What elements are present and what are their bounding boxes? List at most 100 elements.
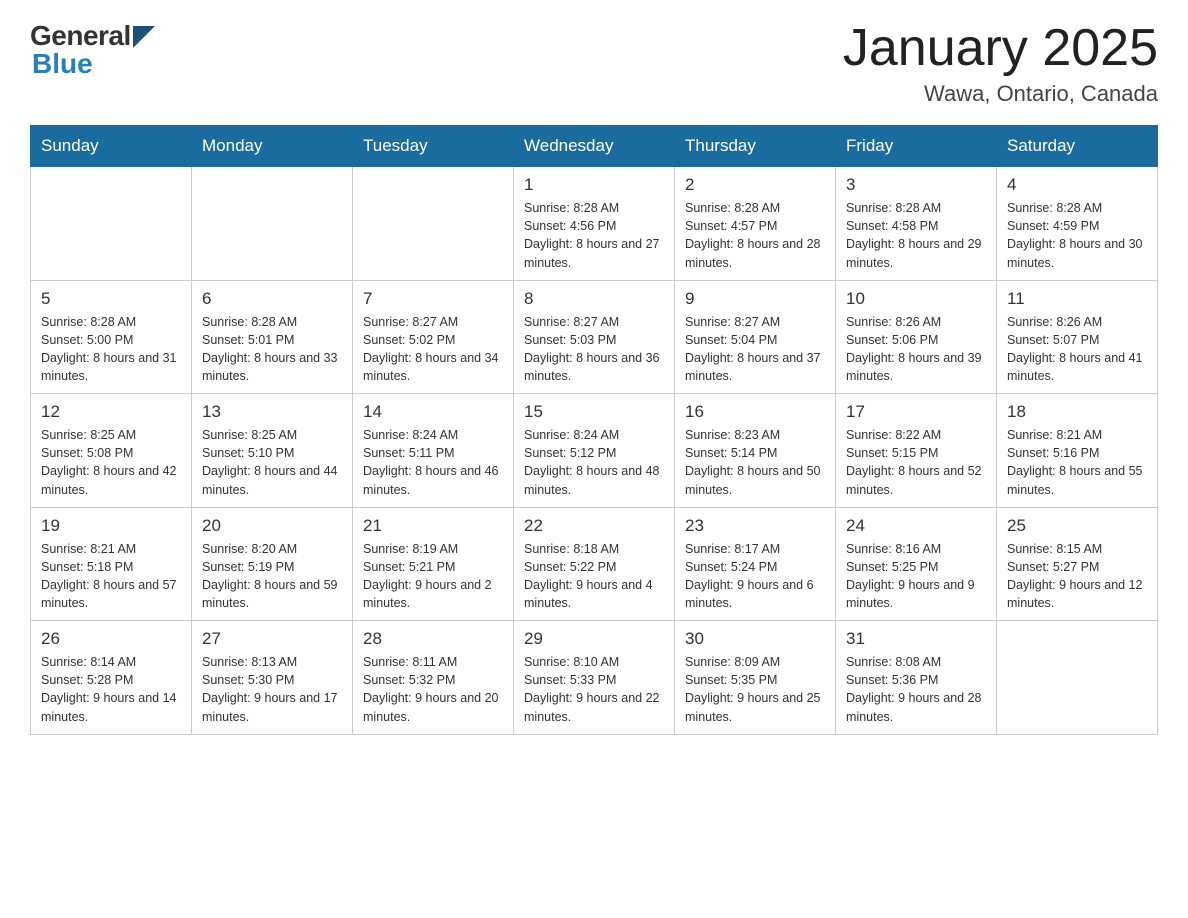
day-number: 30: [685, 629, 825, 649]
day-number: 21: [363, 516, 503, 536]
calendar-cell: 17 Sunrise: 8:22 AM Sunset: 5:15 PM Dayli…: [836, 394, 997, 508]
day-info: Sunrise: 8:19 AM Sunset: 5:21 PM Dayligh…: [363, 540, 503, 613]
day-info: Sunrise: 8:20 AM Sunset: 5:19 PM Dayligh…: [202, 540, 342, 613]
day-number: 25: [1007, 516, 1147, 536]
calendar-cell: 27 Sunrise: 8:13 AM Sunset: 5:30 PM Dayli…: [192, 621, 353, 735]
day-number: 1: [524, 175, 664, 195]
day-number: 22: [524, 516, 664, 536]
day-info: Sunrise: 8:24 AM Sunset: 5:12 PM Dayligh…: [524, 426, 664, 499]
calendar-cell: 20Sunrise: 8:20 AM Sunset: 5:19 PM Dayli…: [192, 507, 353, 621]
day-info: Sunrise: 8:18 AM Sunset: 5:22 PM Dayligh…: [524, 540, 664, 613]
calendar-cell: [997, 621, 1158, 735]
location-title: Wawa, Ontario, Canada: [843, 81, 1158, 107]
page-header: General Blue January 2025 Wawa, Ontario,…: [30, 20, 1158, 107]
calendar-cell: [353, 167, 514, 281]
weekday-header-tuesday: Tuesday: [353, 126, 514, 167]
day-number: 23: [685, 516, 825, 536]
calendar-week-row: 12 Sunrise: 8:25 AM Sunset: 5:08 PM Dayli…: [31, 394, 1158, 508]
day-info: Sunrise: 8:28 AM Sunset: 5:00 PM Dayligh…: [41, 313, 181, 386]
day-info: Sunrise: 8:26 AM Sunset: 5:07 PM Dayligh…: [1007, 313, 1147, 386]
day-info: Sunrise: 8:16 AM Sunset: 5:25 PM Dayligh…: [846, 540, 986, 613]
calendar-cell: 30 Sunrise: 8:09 AM Sunset: 5:35 PM Dayli…: [675, 621, 836, 735]
calendar-table: SundayMondayTuesdayWednesdayThursdayFrid…: [30, 125, 1158, 735]
calendar-cell: 3 Sunrise: 8:28 AM Sunset: 4:58 PM Daylig…: [836, 167, 997, 281]
day-number: 19: [41, 516, 181, 536]
calendar-cell: 13 Sunrise: 8:25 AM Sunset: 5:10 PM Dayli…: [192, 394, 353, 508]
day-info: Sunrise: 8:23 AM Sunset: 5:14 PM Dayligh…: [685, 426, 825, 499]
day-info: Sunrise: 8:21 AM Sunset: 5:16 PM Dayligh…: [1007, 426, 1147, 499]
calendar-cell: 24 Sunrise: 8:16 AM Sunset: 5:25 PM Dayli…: [836, 507, 997, 621]
day-number: 10: [846, 289, 986, 309]
calendar-cell: 23 Sunrise: 8:17 AM Sunset: 5:24 PM Dayli…: [675, 507, 836, 621]
day-number: 2: [685, 175, 825, 195]
calendar-week-row: 5 Sunrise: 8:28 AM Sunset: 5:00 PM Daylig…: [31, 280, 1158, 394]
day-info: Sunrise: 8:09 AM Sunset: 5:35 PM Dayligh…: [685, 653, 825, 726]
day-info: Sunrise: 8:08 AM Sunset: 5:36 PM Dayligh…: [846, 653, 986, 726]
day-number: 6: [202, 289, 342, 309]
day-number: 26: [41, 629, 181, 649]
calendar-cell: 4 Sunrise: 8:28 AM Sunset: 4:59 PM Daylig…: [997, 167, 1158, 281]
day-info: Sunrise: 8:28 AM Sunset: 5:01 PM Dayligh…: [202, 313, 342, 386]
calendar-cell: 14 Sunrise: 8:24 AM Sunset: 5:11 PM Dayli…: [353, 394, 514, 508]
weekday-header-saturday: Saturday: [997, 126, 1158, 167]
day-number: 31: [846, 629, 986, 649]
day-number: 3: [846, 175, 986, 195]
day-info: Sunrise: 8:22 AM Sunset: 5:15 PM Dayligh…: [846, 426, 986, 499]
day-info: Sunrise: 8:28 AM Sunset: 4:56 PM Dayligh…: [524, 199, 664, 272]
day-number: 17: [846, 402, 986, 422]
calendar-cell: 19 Sunrise: 8:21 AM Sunset: 5:18 PM Dayli…: [31, 507, 192, 621]
day-number: 28: [363, 629, 503, 649]
day-number: 12: [41, 402, 181, 422]
weekday-header-wednesday: Wednesday: [514, 126, 675, 167]
day-number: 15: [524, 402, 664, 422]
day-info: Sunrise: 8:14 AM Sunset: 5:28 PM Dayligh…: [41, 653, 181, 726]
day-info: Sunrise: 8:21 AM Sunset: 5:18 PM Dayligh…: [41, 540, 181, 613]
day-info: Sunrise: 8:28 AM Sunset: 4:58 PM Dayligh…: [846, 199, 986, 272]
day-info: Sunrise: 8:17 AM Sunset: 5:24 PM Dayligh…: [685, 540, 825, 613]
logo-blue-text: Blue: [32, 48, 93, 80]
calendar-cell: [31, 167, 192, 281]
day-number: 5: [41, 289, 181, 309]
calendar-cell: 29Sunrise: 8:10 AM Sunset: 5:33 PM Dayli…: [514, 621, 675, 735]
day-number: 14: [363, 402, 503, 422]
weekday-header-thursday: Thursday: [675, 126, 836, 167]
day-number: 11: [1007, 289, 1147, 309]
weekday-header-sunday: Sunday: [31, 126, 192, 167]
calendar-week-row: 26 Sunrise: 8:14 AM Sunset: 5:28 PM Dayli…: [31, 621, 1158, 735]
day-number: 27: [202, 629, 342, 649]
day-info: Sunrise: 8:25 AM Sunset: 5:08 PM Dayligh…: [41, 426, 181, 499]
logo: General Blue: [30, 20, 155, 80]
month-title: January 2025: [843, 20, 1158, 77]
calendar-week-row: 1 Sunrise: 8:28 AM Sunset: 4:56 PM Daylig…: [31, 167, 1158, 281]
day-number: 4: [1007, 175, 1147, 195]
day-info: Sunrise: 8:27 AM Sunset: 5:03 PM Dayligh…: [524, 313, 664, 386]
calendar-cell: 6 Sunrise: 8:28 AM Sunset: 5:01 PM Daylig…: [192, 280, 353, 394]
calendar-cell: [192, 167, 353, 281]
day-info: Sunrise: 8:28 AM Sunset: 4:59 PM Dayligh…: [1007, 199, 1147, 272]
day-info: Sunrise: 8:13 AM Sunset: 5:30 PM Dayligh…: [202, 653, 342, 726]
calendar-cell: 25 Sunrise: 8:15 AM Sunset: 5:27 PM Dayli…: [997, 507, 1158, 621]
day-info: Sunrise: 8:27 AM Sunset: 5:02 PM Dayligh…: [363, 313, 503, 386]
calendar-header-row: SundayMondayTuesdayWednesdayThursdayFrid…: [31, 126, 1158, 167]
calendar-cell: 15 Sunrise: 8:24 AM Sunset: 5:12 PM Dayli…: [514, 394, 675, 508]
calendar-cell: 5 Sunrise: 8:28 AM Sunset: 5:00 PM Daylig…: [31, 280, 192, 394]
day-info: Sunrise: 8:26 AM Sunset: 5:06 PM Dayligh…: [846, 313, 986, 386]
day-info: Sunrise: 8:24 AM Sunset: 5:11 PM Dayligh…: [363, 426, 503, 499]
day-info: Sunrise: 8:28 AM Sunset: 4:57 PM Dayligh…: [685, 199, 825, 272]
day-info: Sunrise: 8:27 AM Sunset: 5:04 PM Dayligh…: [685, 313, 825, 386]
day-info: Sunrise: 8:15 AM Sunset: 5:27 PM Dayligh…: [1007, 540, 1147, 613]
day-info: Sunrise: 8:11 AM Sunset: 5:32 PM Dayligh…: [363, 653, 503, 726]
calendar-cell: 10 Sunrise: 8:26 AM Sunset: 5:06 PM Dayli…: [836, 280, 997, 394]
day-number: 18: [1007, 402, 1147, 422]
logo-arrow-icon: [133, 26, 155, 48]
day-number: 24: [846, 516, 986, 536]
day-number: 9: [685, 289, 825, 309]
calendar-cell: 31 Sunrise: 8:08 AM Sunset: 5:36 PM Dayli…: [836, 621, 997, 735]
calendar-cell: 21 Sunrise: 8:19 AM Sunset: 5:21 PM Dayli…: [353, 507, 514, 621]
day-info: Sunrise: 8:25 AM Sunset: 5:10 PM Dayligh…: [202, 426, 342, 499]
day-number: 13: [202, 402, 342, 422]
day-number: 7: [363, 289, 503, 309]
calendar-cell: 18 Sunrise: 8:21 AM Sunset: 5:16 PM Dayli…: [997, 394, 1158, 508]
title-block: January 2025 Wawa, Ontario, Canada: [843, 20, 1158, 107]
weekday-header-monday: Monday: [192, 126, 353, 167]
